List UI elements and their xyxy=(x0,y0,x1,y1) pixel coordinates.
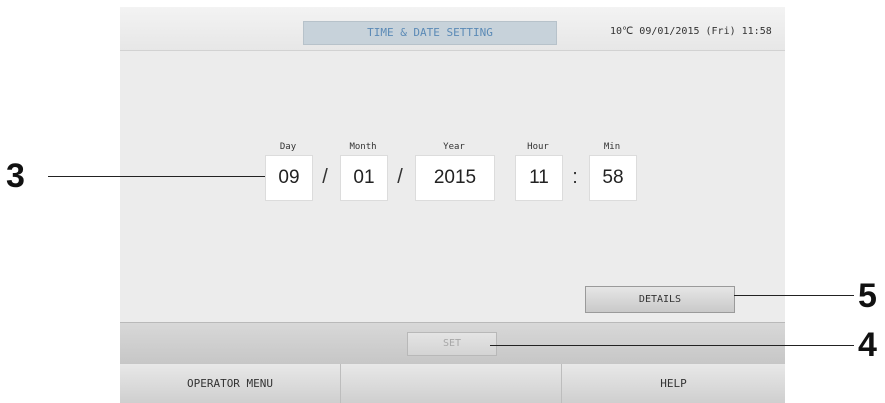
help-button[interactable]: HELP xyxy=(562,364,785,403)
header-bar: TIME & DATE SETTING 10℃ 09/01/2015 (Fri)… xyxy=(120,7,785,51)
callout-5: 5 xyxy=(858,277,877,315)
year-label: Year xyxy=(443,142,465,152)
year-field[interactable]: 2015 xyxy=(415,155,495,201)
footer-bar: OPERATOR MENU HELP xyxy=(120,364,785,403)
day-label: Day xyxy=(279,142,297,152)
min-field[interactable]: 58 xyxy=(589,155,637,201)
time-separator: : xyxy=(572,166,578,188)
status-readout: 10℃ 09/01/2015 (Fri) 11:58 xyxy=(610,26,772,37)
hour-field[interactable]: 11 xyxy=(515,155,563,201)
set-bar: SET xyxy=(120,322,785,365)
time-date-setting-screen: TIME & DATE SETTING 10℃ 09/01/2015 (Fri)… xyxy=(120,7,785,403)
callout-4: 4 xyxy=(858,326,877,364)
callout-5-line xyxy=(734,295,854,296)
date-separator: / xyxy=(397,166,403,188)
month-field[interactable]: 01 xyxy=(340,155,388,201)
month-label: Month xyxy=(349,142,377,152)
callout-4-line xyxy=(490,345,854,346)
screen-title: TIME & DATE SETTING xyxy=(303,21,557,45)
set-button[interactable]: SET xyxy=(407,332,497,356)
operator-menu-button[interactable]: OPERATOR MENU xyxy=(120,364,341,403)
min-label: Min xyxy=(603,142,621,152)
hour-label: Hour xyxy=(527,142,549,152)
callout-3: 3 xyxy=(6,157,25,195)
callout-3-line xyxy=(48,176,265,177)
day-field[interactable]: 09 xyxy=(265,155,313,201)
date-separator: / xyxy=(322,166,328,188)
footer-blank-button xyxy=(341,364,562,403)
details-button[interactable]: DETAILS xyxy=(585,286,735,313)
